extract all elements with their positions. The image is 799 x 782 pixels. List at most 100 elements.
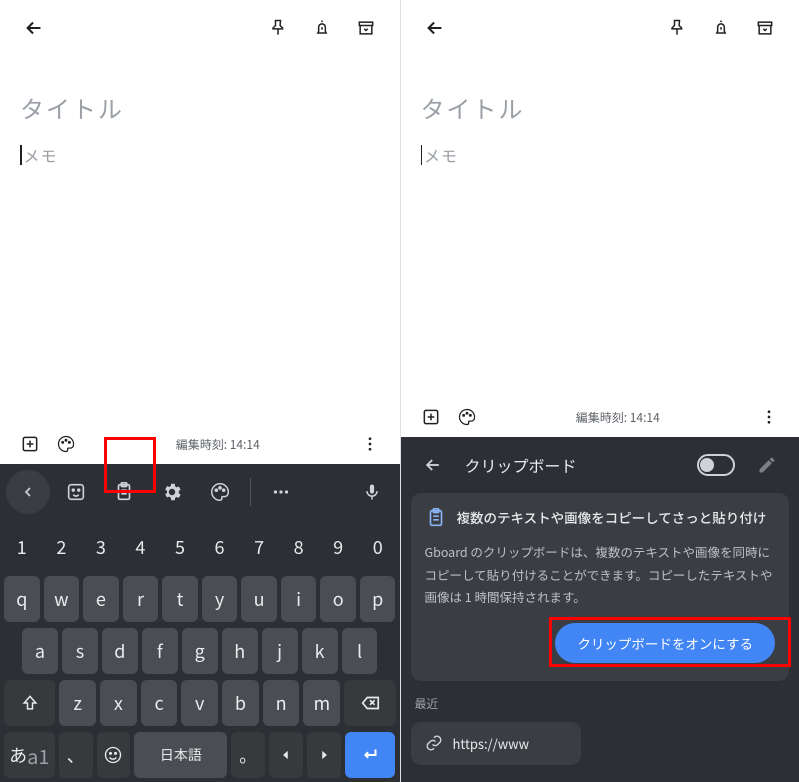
enable-clipboard-button[interactable]: クリップボードをオンにする	[555, 623, 775, 663]
recent-clip-item[interactable]: https://www	[411, 722, 581, 765]
title-input[interactable]: タイトル	[20, 90, 380, 125]
keyboard: 1 2 3 4 5 6 7 8 9 0 q w e r t y u i o	[0, 464, 400, 782]
key[interactable]: n	[263, 680, 300, 726]
clipboard-title: クリップボード	[465, 453, 688, 477]
key[interactable]: 6	[202, 524, 238, 570]
archive-icon[interactable]	[344, 6, 388, 50]
pin-icon[interactable]	[655, 6, 699, 50]
mic-icon[interactable]	[350, 470, 394, 514]
bottombar: 編集時刻: 14:14	[0, 424, 400, 464]
clipboard-header: クリップボード	[401, 437, 799, 493]
key[interactable]: a	[22, 628, 58, 674]
title-input[interactable]: タイトル	[421, 90, 780, 125]
lang-switch-key[interactable]: あa1	[4, 732, 55, 778]
space-key[interactable]: 日本語	[134, 732, 227, 778]
edit-icon[interactable]	[745, 443, 789, 487]
memo-input[interactable]: メモ	[20, 143, 380, 167]
key[interactable]: 5	[162, 524, 198, 570]
clipboard-icon[interactable]	[102, 470, 146, 514]
add-button[interactable]	[413, 399, 449, 435]
sticker-icon[interactable]	[54, 470, 98, 514]
text-cursor	[421, 145, 423, 165]
key[interactable]: p	[360, 576, 396, 622]
key[interactable]: w	[44, 576, 80, 622]
keyboard-toolbar	[0, 464, 400, 520]
key[interactable]: 7	[241, 524, 277, 570]
palette-icon[interactable]	[449, 399, 485, 435]
settings-icon[interactable]	[150, 470, 194, 514]
back-button[interactable]	[12, 6, 56, 50]
comma-key[interactable]: 、	[59, 732, 93, 778]
link-icon	[425, 734, 443, 752]
key[interactable]: k	[302, 628, 338, 674]
reminder-icon[interactable]	[699, 6, 743, 50]
memo-input[interactable]: メモ	[421, 143, 780, 167]
key[interactable]: 1	[4, 524, 40, 570]
edit-time: 編集時刻: 14:14	[176, 436, 260, 453]
palette-icon[interactable]	[48, 426, 84, 462]
reminder-icon[interactable]	[300, 6, 344, 50]
back-button[interactable]	[413, 6, 457, 50]
key[interactable]: b	[222, 680, 259, 726]
keyboard-row-2: q w e r t y u i o p	[4, 576, 396, 622]
archive-icon[interactable]	[743, 6, 787, 50]
add-button[interactable]	[12, 426, 48, 462]
key[interactable]: 3	[83, 524, 119, 570]
bottombar: 編集時刻: 14:14	[401, 397, 799, 437]
chevron-left-icon[interactable]	[6, 470, 50, 514]
back-icon[interactable]	[411, 443, 455, 487]
key[interactable]: 0	[360, 524, 396, 570]
period-key[interactable]: 。	[231, 732, 265, 778]
clipboard-intro-card: 複数のテキストや画像をコピーしてさっと貼り付け Gboard のクリップボードは…	[411, 493, 790, 681]
pane-right: タイトル メモ 編集時刻: 14:14 クリップボード	[400, 0, 799, 782]
key[interactable]: l	[342, 628, 378, 674]
more-menu[interactable]	[751, 399, 787, 435]
key[interactable]: q	[4, 576, 40, 622]
theme-icon[interactable]	[198, 470, 242, 514]
key[interactable]: v	[181, 680, 218, 726]
key[interactable]: o	[320, 576, 356, 622]
key[interactable]: 4	[123, 524, 159, 570]
note-body[interactable]: タイトル メモ	[0, 56, 400, 424]
clip-card-title: 複数のテキストや画像をコピーしてさっと貼り付け	[457, 507, 767, 527]
left-arrow-key[interactable]	[269, 732, 303, 778]
key[interactable]: f	[142, 628, 178, 674]
emoji-key[interactable]	[97, 732, 131, 778]
key[interactable]: s	[62, 628, 98, 674]
backspace-key[interactable]	[344, 680, 395, 726]
keyboard-row-3: a s d f g h j k l	[4, 628, 396, 674]
enter-key[interactable]	[345, 732, 396, 778]
key[interactable]: e	[83, 576, 119, 622]
key[interactable]: y	[202, 576, 238, 622]
appbar	[0, 0, 400, 56]
key[interactable]: t	[162, 576, 198, 622]
shift-key[interactable]	[4, 680, 55, 726]
right-arrow-key[interactable]	[307, 732, 341, 778]
more-icon[interactable]	[259, 470, 303, 514]
key[interactable]: d	[102, 628, 138, 674]
key[interactable]: 2	[44, 524, 80, 570]
key[interactable]: c	[141, 680, 178, 726]
key[interactable]: x	[100, 680, 137, 726]
recent-label: 最近	[401, 691, 799, 716]
key[interactable]: i	[281, 576, 317, 622]
key[interactable]: g	[182, 628, 218, 674]
text-cursor	[20, 145, 22, 165]
key[interactable]: u	[241, 576, 277, 622]
more-menu[interactable]	[352, 426, 388, 462]
key[interactable]: 9	[320, 524, 356, 570]
clip-card-body: Gboard のクリップボードは、複数のテキストや画像を同時にコピーして貼り付け…	[425, 541, 776, 609]
keyboard-row-5: あa1 、 日本語 。	[4, 732, 396, 778]
key[interactable]: h	[222, 628, 258, 674]
clipboard-toggle[interactable]	[697, 454, 735, 476]
keyboard-row-4: z x c v b n m	[4, 680, 396, 726]
key[interactable]: z	[59, 680, 96, 726]
key[interactable]: r	[123, 576, 159, 622]
keyboard-row-1: 1 2 3 4 5 6 7 8 9 0	[4, 524, 396, 570]
key[interactable]: j	[262, 628, 298, 674]
key[interactable]: 8	[281, 524, 317, 570]
pin-icon[interactable]	[256, 6, 300, 50]
note-body[interactable]: タイトル メモ	[401, 56, 799, 397]
key[interactable]: m	[303, 680, 340, 726]
appbar	[401, 0, 799, 56]
